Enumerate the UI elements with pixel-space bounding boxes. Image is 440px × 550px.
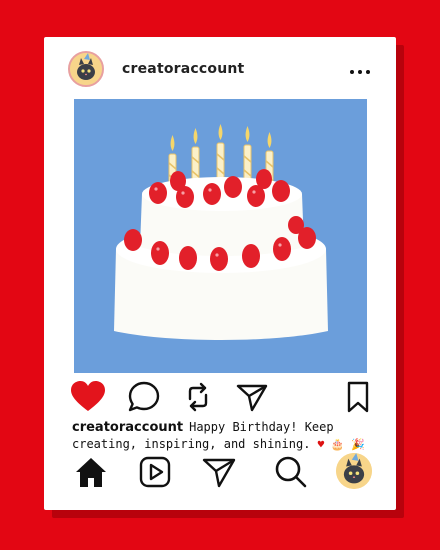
more-options-icon[interactable] — [346, 59, 374, 79]
cat-avatar-icon — [336, 453, 372, 489]
comment-bubble-icon[interactable] — [126, 379, 162, 415]
post-image[interactable] — [74, 99, 367, 373]
bookmark-icon[interactable] — [342, 379, 378, 415]
avatar[interactable] — [68, 51, 104, 87]
search-icon[interactable] — [272, 453, 310, 491]
post-username[interactable]: creatoraccount — [122, 61, 244, 77]
repost-icon[interactable] — [180, 379, 216, 415]
post-actions — [44, 379, 396, 419]
bottom-nav — [44, 453, 396, 497]
caption-username[interactable]: creatoraccount — [72, 420, 183, 435]
cat-avatar-icon — [70, 53, 102, 85]
home-icon[interactable] — [72, 453, 110, 491]
profile-avatar[interactable] — [336, 453, 372, 489]
post-card: creatoraccount creatoraccount Happy Birt… — [44, 37, 396, 510]
post-header: creatoraccount — [44, 37, 396, 97]
messages-paper-plane-icon[interactable] — [200, 453, 238, 491]
caption-emojis: ♥ 🎂 🎉 — [317, 438, 365, 451]
post-caption: creatoraccount Happy Birthday! Keep creat… — [72, 419, 372, 453]
reels-play-icon[interactable] — [136, 453, 174, 491]
birthday-cake-illustration — [114, 124, 328, 340]
heart-filled-icon[interactable] — [70, 379, 106, 415]
paper-plane-icon[interactable] — [234, 379, 270, 415]
